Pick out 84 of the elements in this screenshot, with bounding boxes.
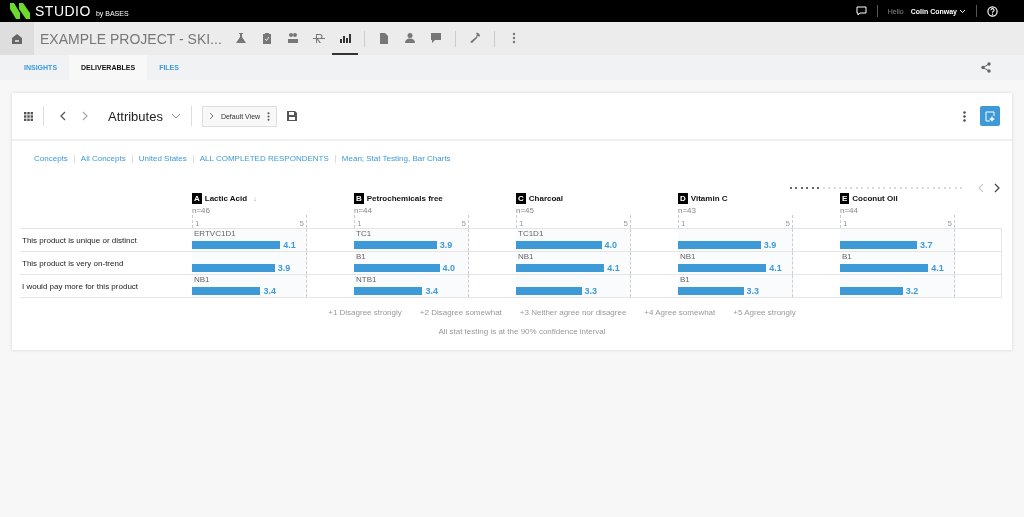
concept-name: Petrochemicals free <box>366 194 443 203</box>
sample-size: n=45 <box>516 206 536 215</box>
next-icon[interactable] <box>994 183 1000 193</box>
sample-size: n=43 <box>678 206 698 215</box>
back-icon[interactable] <box>60 111 66 121</box>
row-label: I would pay more for this product <box>20 274 192 298</box>
grid-icon[interactable] <box>24 111 33 121</box>
score-value: 3.9 <box>439 239 453 250</box>
score-value: 4.1 <box>607 262 620 273</box>
legend-item: +3 Neither agree nor disagree <box>519 308 627 317</box>
stat-letters: B1 <box>842 252 852 261</box>
concept-letter: A <box>192 193 202 204</box>
score-value: 4.0 <box>442 262 455 273</box>
legend-item: +4 Agree somewhat <box>644 308 716 317</box>
score-value: 3.9 <box>277 262 291 273</box>
legend-item: +5 Agree strongly <box>733 308 796 317</box>
legend-item: +1 Disagree strongly <box>328 308 402 317</box>
stat-letters: NB1 <box>518 252 534 261</box>
more-icon <box>267 111 271 121</box>
filter-link[interactable]: ALL COMPLETED RESPONDENTS <box>199 154 329 163</box>
save-icon[interactable] <box>287 111 298 121</box>
scale-label: 5 <box>785 219 790 228</box>
stat-letters: NB1 <box>680 252 696 261</box>
stat-letters: B1 <box>356 252 366 261</box>
concept-letter: B <box>354 193 364 204</box>
concept-letter: E <box>840 193 850 204</box>
scale-label: 1 <box>681 219 686 228</box>
concept-name: Coconut Oil <box>852 194 898 203</box>
scale-label: 1 <box>843 219 848 228</box>
home-button[interactable] <box>0 22 34 55</box>
scale-label: 5 <box>461 219 466 228</box>
project-title: EXAMPLE PROJECT - SKI... <box>40 30 223 47</box>
score-value: 4.1 <box>769 262 782 273</box>
sample-size: n=44 <box>840 206 860 215</box>
concept-letter: C <box>516 193 526 204</box>
score-value: 4.1 <box>283 239 296 250</box>
stat-letters: NB1 <box>194 275 210 284</box>
scale-label: 5 <box>947 219 952 228</box>
home-icon <box>11 32 23 45</box>
filter-link[interactable]: Mean; Stat Testing, Bar Charts <box>341 154 451 163</box>
edit-button[interactable] <box>980 106 1000 126</box>
caret-icon <box>959 8 966 14</box>
score-value: 3.3 <box>584 285 598 296</box>
chat-icon[interactable] <box>855 6 867 16</box>
sample-size: n=46 <box>192 206 212 215</box>
help-icon[interactable] <box>987 5 998 17</box>
concept-name: Vitamin C <box>690 194 728 203</box>
stat-letters: TC1 <box>356 229 372 238</box>
score-value: 3.4 <box>263 285 276 296</box>
forward-icon[interactable] <box>82 111 88 121</box>
filter-link[interactable]: All Concepts <box>80 154 126 163</box>
share-icon[interactable] <box>981 62 991 73</box>
filter-link[interactable]: Concepts <box>34 154 68 163</box>
scale-label: 5 <box>623 219 628 228</box>
legend-item: +2 Disagree somewhat <box>419 308 502 317</box>
report-selector[interactable]: Attributes <box>108 108 181 124</box>
stat-letters: NTB1 <box>356 275 377 284</box>
scale-label: 1 <box>519 219 524 228</box>
logo-icon <box>10 3 30 19</box>
brand-name: STUDIO <box>35 3 91 19</box>
sample-size: n=44 <box>354 206 374 215</box>
score-value: 3.4 <box>425 285 438 296</box>
filter-link[interactable]: United States <box>138 154 187 163</box>
score-value: 4.1 <box>931 262 944 273</box>
previous-icon[interactable] <box>978 183 984 193</box>
stat-letters: B1 <box>680 275 690 284</box>
chevron-icon <box>208 112 214 120</box>
scale-label: 5 <box>299 219 304 228</box>
footnote: All stat testing is at the 90% confidence interval <box>437 327 607 336</box>
more-icon[interactable] <box>963 110 966 122</box>
concept-name: Charcoal <box>528 194 563 203</box>
stat-letters: TC1D1 <box>518 229 544 238</box>
edit-icon <box>984 110 996 122</box>
score-value: 3.3 <box>746 285 760 296</box>
score-value: 3.2 <box>905 285 919 296</box>
score-value: 3.9 <box>763 239 777 250</box>
concept-letter: D <box>678 193 688 204</box>
concept-name: Lactic Acid <box>204 194 248 203</box>
score-value: 3.7 <box>919 239 933 250</box>
score-value: 4.0 <box>604 239 617 250</box>
caret-icon <box>170 113 181 119</box>
scale-label: 1 <box>357 219 362 228</box>
stat-letters: ERTVC1D1 <box>194 229 236 238</box>
scale-label: 1 <box>195 219 200 228</box>
